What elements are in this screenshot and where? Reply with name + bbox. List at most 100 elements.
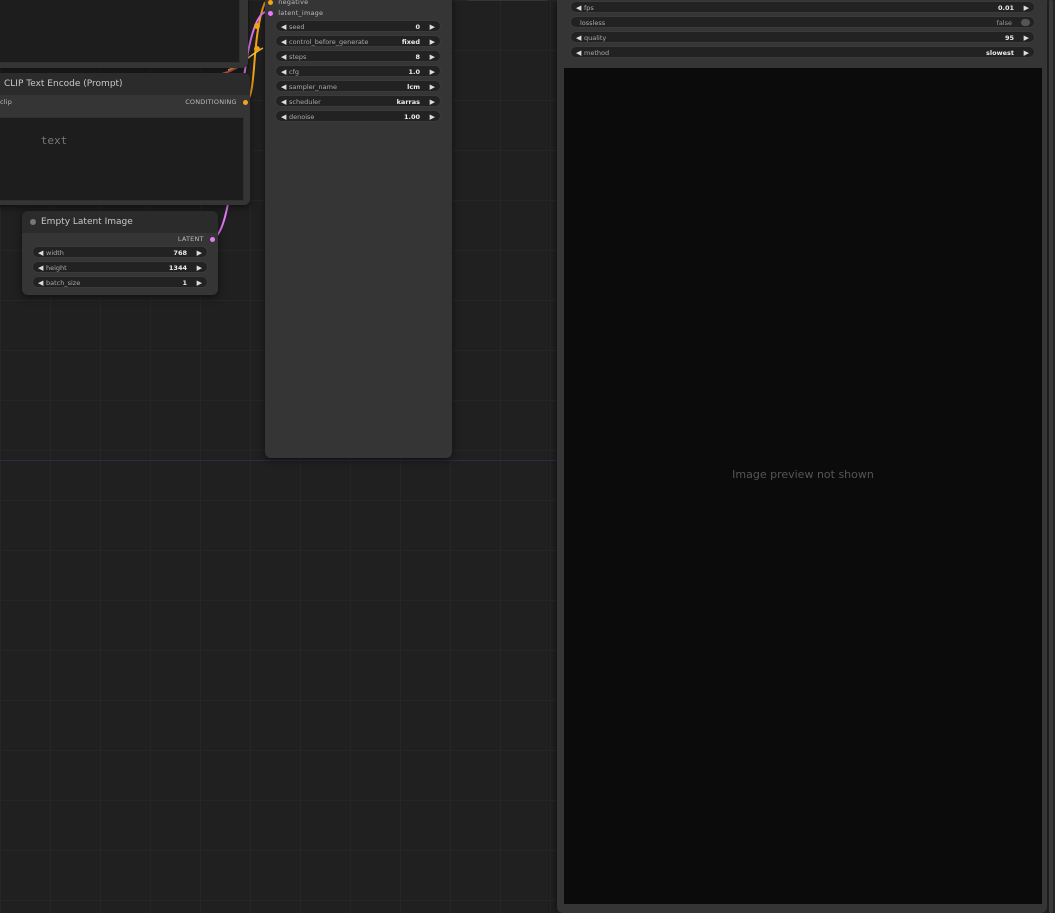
widget-value: 1 — [182, 279, 187, 287]
widget-value: 1.00 — [403, 113, 420, 121]
widget-label: sampler_name — [289, 83, 337, 91]
increment-arrow-icon[interactable]: ▶ — [1024, 47, 1029, 59]
cfg-widget[interactable]: ◀ cfg 1.0 ▶ — [275, 65, 441, 77]
increment-arrow-icon[interactable]: ▶ — [430, 111, 435, 123]
height-widget[interactable]: ◀ height 1344 ▶ — [32, 261, 208, 273]
positive-prompt-textarea[interactable] — [0, 0, 240, 63]
decrement-arrow-icon[interactable]: ◀ — [281, 36, 286, 48]
conditioning-output-label: CONDITIONING — [185, 98, 237, 106]
clip-input-slot[interactable]: clip — [0, 98, 12, 106]
node-title: CLIP Text Encode (Prompt) — [0, 73, 250, 95]
widget-label: fps — [584, 4, 594, 12]
node-title: Empty Latent Image — [22, 211, 218, 233]
increment-arrow-icon[interactable]: ▶ — [430, 36, 435, 48]
widget-label: height — [46, 264, 67, 272]
widget-label: seed — [289, 23, 305, 31]
sampler-name-widget[interactable]: ◀ sampler_name lcm ▶ — [275, 80, 441, 92]
denoise-widget[interactable]: ◀ denoise 1.00 ▶ — [275, 110, 441, 122]
decrement-arrow-icon[interactable]: ◀ — [281, 81, 286, 93]
reroute-dot — [254, 46, 260, 52]
widget-label: quality — [584, 34, 607, 42]
widget-value: fixed — [401, 38, 420, 46]
negative-input-label: negative — [278, 0, 309, 6]
increment-arrow-icon[interactable]: ▶ — [1024, 2, 1029, 14]
method-widget[interactable]: ◀ method slowest ▶ — [570, 46, 1035, 58]
increment-arrow-icon[interactable]: ▶ — [197, 277, 202, 289]
widget-value: 1344 — [168, 264, 187, 272]
increment-arrow-icon[interactable]: ▶ — [197, 247, 202, 259]
widget-value: 0 — [415, 23, 420, 31]
toggle-knob-icon[interactable] — [1021, 19, 1030, 26]
widget-label: cfg — [289, 68, 299, 76]
input-dot — [268, 0, 273, 5]
increment-arrow-icon[interactable]: ▶ — [430, 21, 435, 33]
reroute-dot — [254, 23, 260, 29]
widget-value: 1.0 — [408, 68, 420, 76]
increment-arrow-icon[interactable]: ▶ — [430, 96, 435, 108]
output-dot — [210, 236, 215, 242]
positive-prompt-node[interactable] — [0, 0, 248, 68]
decrement-arrow-icon[interactable]: ◀ — [576, 32, 581, 44]
latent-image-input-slot[interactable]: latent_image — [268, 9, 323, 17]
quality-widget[interactable]: ◀ quality 95 ▶ — [570, 31, 1035, 43]
negative-prompt-placeholder: text — [40, 134, 68, 147]
latent-output-label: LATENT — [177, 235, 204, 243]
increment-arrow-icon[interactable]: ▶ — [430, 81, 435, 93]
increment-arrow-icon[interactable]: ▶ — [430, 51, 435, 63]
output-dot — [243, 99, 248, 105]
latent-image-input-label: latent_image — [278, 9, 324, 17]
negative-prompt-textarea[interactable]: text — [0, 117, 244, 201]
decrement-arrow-icon[interactable]: ◀ — [281, 66, 286, 78]
decrement-arrow-icon[interactable]: ◀ — [576, 2, 581, 14]
batch-size-widget[interactable]: ◀ batch_size 1 ▶ — [32, 276, 208, 288]
widget-value: 8 — [415, 53, 420, 61]
fps-widget[interactable]: ◀ fps 0.01 ▶ — [570, 1, 1035, 13]
scrollbar[interactable] — [1049, 0, 1053, 913]
decrement-arrow-icon[interactable]: ◀ — [576, 47, 581, 59]
ksampler-node[interactable]: negative latent_image ◀ seed 0 ▶ ◀ contr… — [265, 0, 452, 458]
increment-arrow-icon[interactable]: ▶ — [1024, 32, 1029, 44]
negative-prompt-node[interactable]: CLIP Text Encode (Prompt) clip CONDITION… — [0, 73, 250, 205]
widget-label: method — [584, 49, 610, 57]
collapse-dot-icon[interactable] — [30, 218, 36, 225]
increment-arrow-icon[interactable]: ▶ — [197, 262, 202, 274]
decrement-arrow-icon[interactable]: ◀ — [281, 21, 286, 33]
input-dot — [268, 10, 273, 16]
clip-input-label: clip — [0, 98, 13, 106]
conditioning-output-slot[interactable]: CONDITIONING — [185, 98, 248, 106]
widget-value: 0.01 — [997, 4, 1014, 12]
decrement-arrow-icon[interactable]: ◀ — [281, 111, 286, 123]
control-before-generate-widget[interactable]: ◀ control_before_generate fixed ▶ — [275, 35, 441, 47]
width-widget[interactable]: ◀ width 768 ▶ — [32, 246, 208, 258]
widget-value: karras — [396, 98, 420, 106]
widget-value: lcm — [407, 83, 420, 91]
widget-value: slowest — [986, 49, 1014, 57]
widget-value: false — [996, 19, 1012, 27]
steps-widget[interactable]: ◀ steps 8 ▶ — [275, 50, 441, 62]
seed-widget[interactable]: ◀ seed 0 ▶ — [275, 20, 441, 32]
widget-label: denoise — [289, 113, 315, 121]
decrement-arrow-icon[interactable]: ◀ — [38, 262, 43, 274]
decrement-arrow-icon[interactable]: ◀ — [38, 277, 43, 289]
widget-label: steps — [289, 53, 307, 61]
widget-value: 95 — [1004, 34, 1014, 42]
save-animated-node[interactable]: ◀ fps 0.01 ▶ lossless false ◀ quality 95… — [557, 0, 1047, 913]
latent-output-slot[interactable]: LATENT — [178, 235, 215, 243]
widget-label: control_before_generate — [289, 38, 369, 46]
lossless-toggle[interactable]: lossless false — [570, 16, 1035, 28]
output-panel: ◀ fps 0.01 ▶ lossless false ◀ quality 95… — [557, 0, 1055, 913]
increment-arrow-icon[interactable]: ▶ — [430, 66, 435, 78]
widget-label: batch_size — [46, 279, 81, 287]
negative-input-slot[interactable]: negative — [268, 0, 308, 6]
image-preview[interactable]: Image preview not shown — [564, 68, 1042, 904]
widget-value: 768 — [173, 249, 187, 257]
empty-latent-node[interactable]: Empty Latent Image LATENT ◀ width 768 ▶ … — [22, 211, 218, 295]
widget-label: lossless — [580, 19, 606, 27]
scheduler-widget[interactable]: ◀ scheduler karras ▶ — [275, 95, 441, 107]
widget-label: width — [46, 249, 64, 257]
widget-label: scheduler — [289, 98, 321, 106]
decrement-arrow-icon[interactable]: ◀ — [281, 51, 286, 63]
graph-canvas[interactable]: CLIP Text Encode (Prompt) clip CONDITION… — [0, 0, 557, 913]
decrement-arrow-icon[interactable]: ◀ — [281, 96, 286, 108]
decrement-arrow-icon[interactable]: ◀ — [38, 247, 43, 259]
